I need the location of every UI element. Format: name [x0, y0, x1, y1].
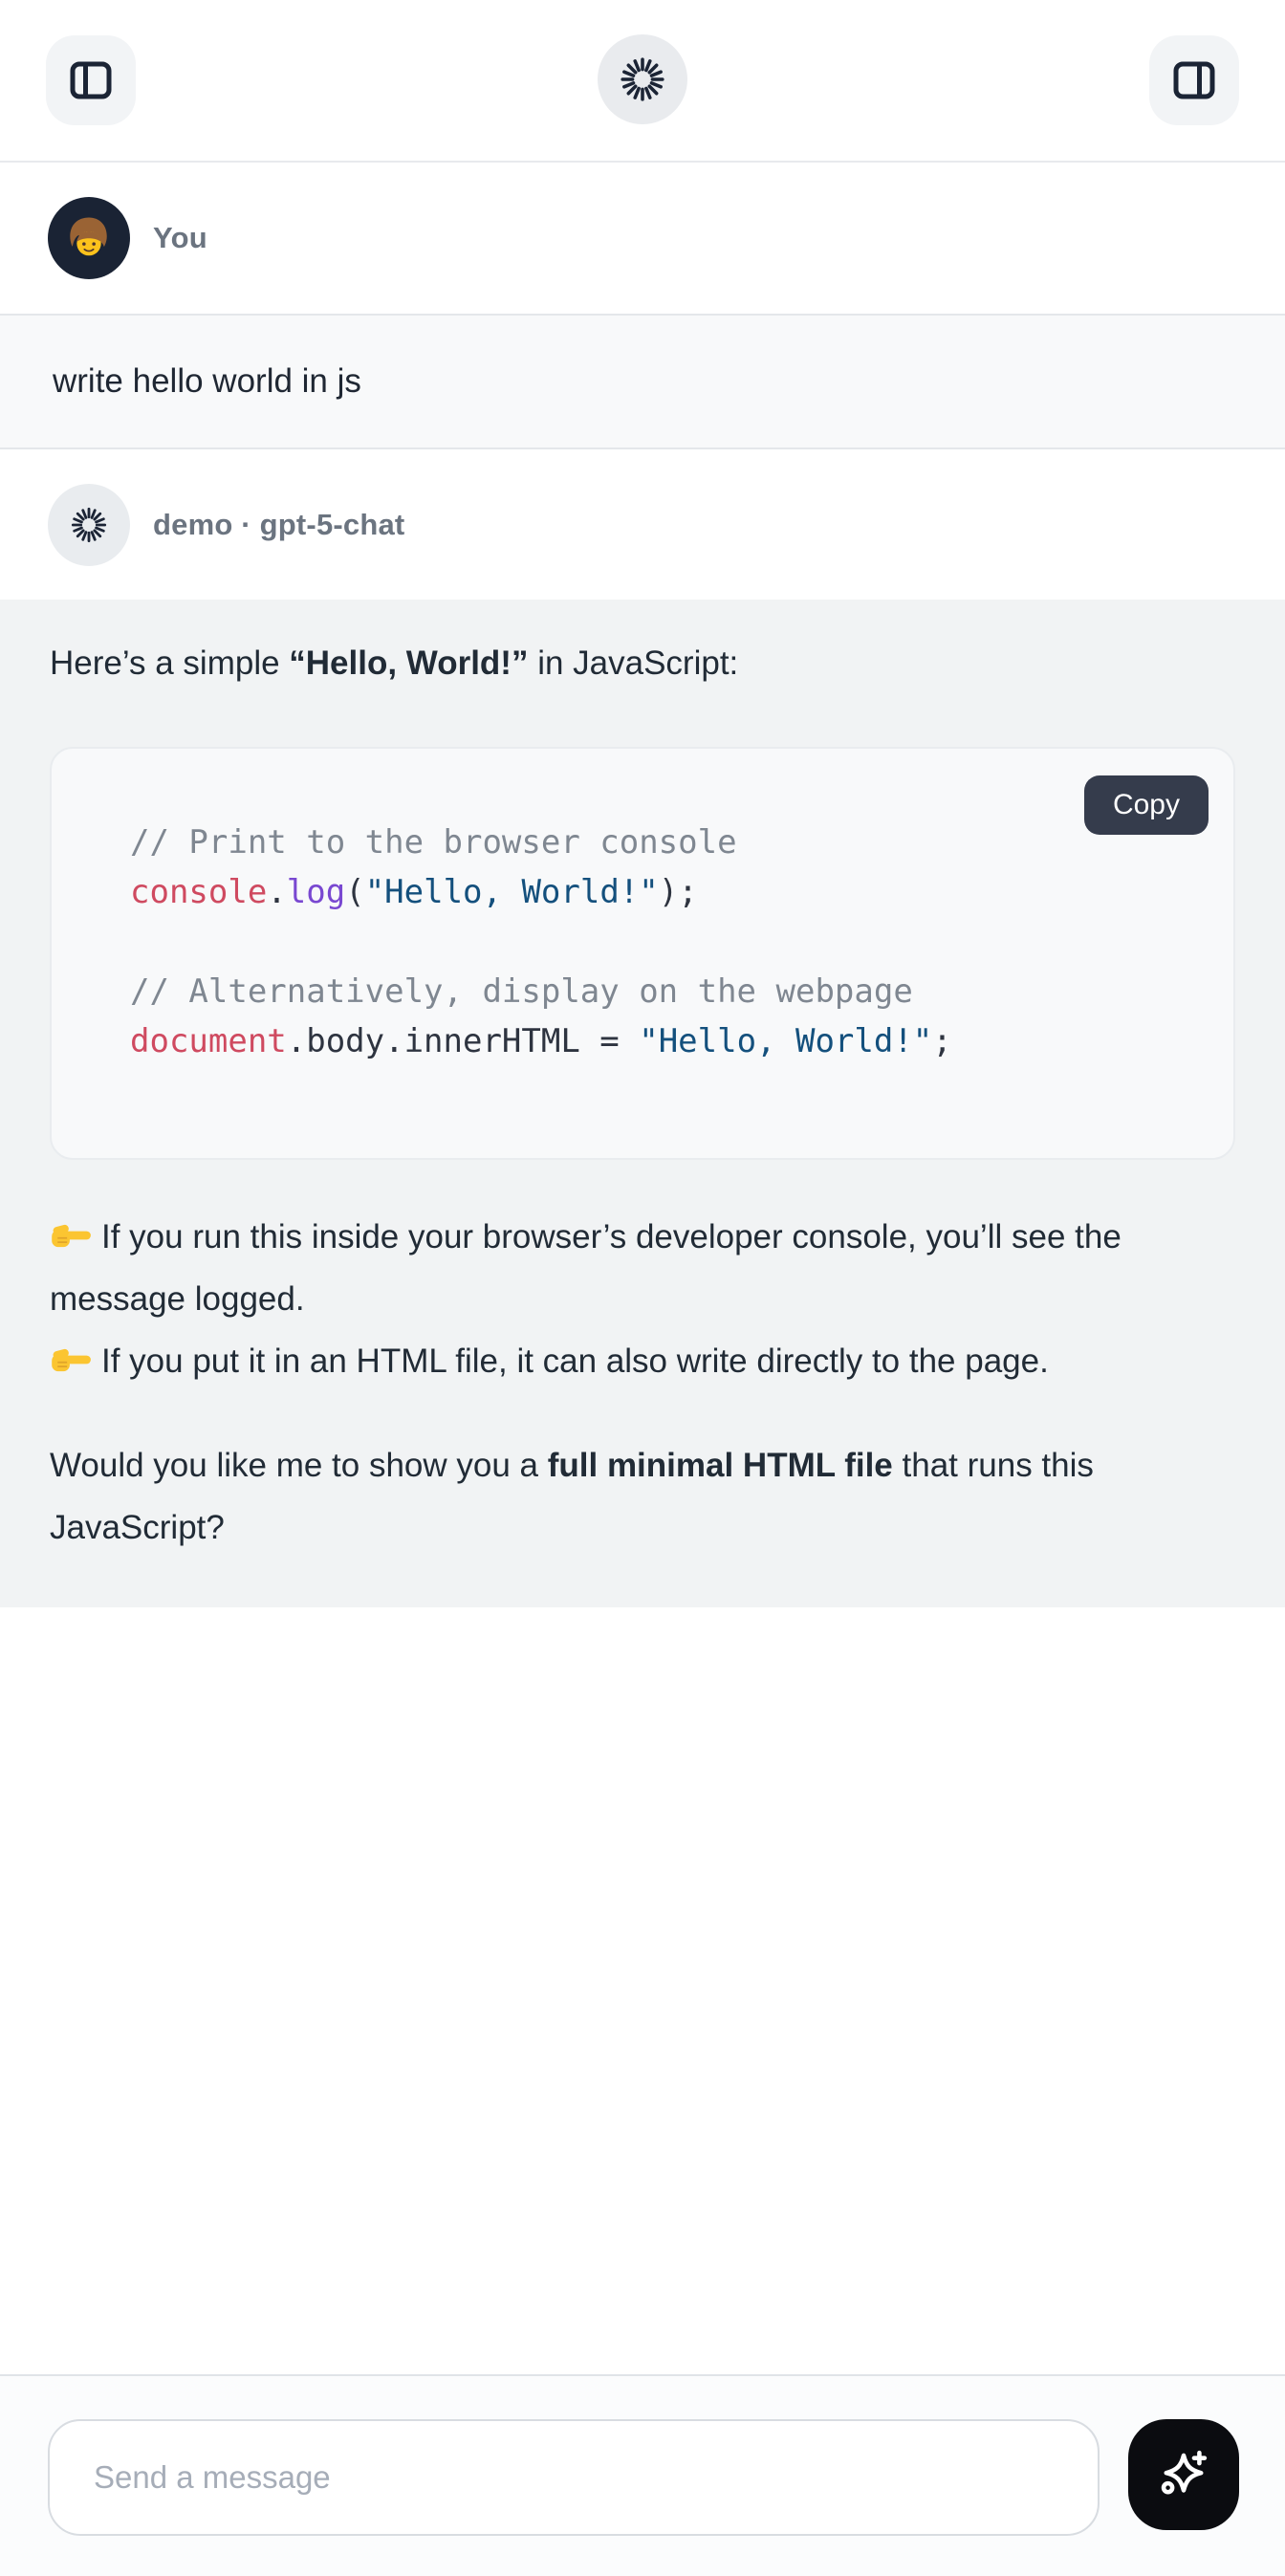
composer-bar — [0, 2374, 1285, 2576]
assistant-avatar — [48, 484, 130, 566]
assistant-turn-label: demo · gpt-5-chat — [153, 508, 404, 542]
closing-prefix: Would you like me to show you a — [50, 1447, 548, 1484]
app-logo-button[interactable] — [598, 34, 687, 124]
code-line: document.body.innerHTML = "Hello, World!… — [130, 1016, 1195, 1066]
top-bar — [0, 0, 1285, 163]
burst-avatar-icon — [70, 506, 108, 544]
assistant-message: Here’s a simple “Hello, World!” in JavaS… — [0, 600, 1285, 1607]
chat-window: You write hello world in js — [0, 0, 1285, 2576]
user-avatar — [48, 197, 130, 279]
pointing-right-emoji-icon — [50, 1339, 92, 1381]
user-turn-header: You — [0, 163, 1285, 314]
intro-bold: “Hello, World!” — [289, 644, 528, 682]
closing-bold: full minimal HTML file — [548, 1447, 893, 1484]
bullet-text: If you put it in an HTML file, it can al… — [101, 1343, 1049, 1380]
code-line: // Print to the browser console — [130, 818, 1195, 867]
intro-suffix: in JavaScript: — [528, 644, 738, 682]
code-block: Copy // Print to the browser consolecons… — [50, 747, 1235, 1160]
user-message-text: write hello world in js — [53, 362, 361, 401]
assistant-turn-header: demo · gpt-5-chat — [0, 449, 1285, 600]
sidebar-toggle-button[interactable] — [46, 35, 136, 125]
panel-left-icon — [66, 55, 116, 105]
sparkle-icon — [1154, 2445, 1213, 2504]
assistant-closing-paragraph: Would you like me to show you a full min… — [50, 1434, 1235, 1559]
code-content: // Print to the browser consoleconsole.l… — [130, 818, 1195, 1066]
user-message: write hello world in js — [0, 314, 1285, 449]
code-line — [130, 917, 1195, 967]
right-panel-toggle-button[interactable] — [1149, 35, 1239, 125]
assistant-intro-paragraph: Here’s a simple “Hello, World!” in JavaS… — [50, 638, 1235, 689]
person-emoji-icon — [60, 209, 118, 267]
user-turn-label: You — [153, 221, 207, 255]
copy-button[interactable]: Copy — [1084, 775, 1209, 835]
panel-right-icon — [1169, 55, 1219, 105]
code-line: console.log("Hello, World!"); — [130, 867, 1195, 917]
message-input[interactable] — [48, 2419, 1100, 2536]
bullet-text: If you run this inside your browser’s de… — [50, 1218, 1122, 1318]
assistant-bullets-paragraph: If you run this inside your browser’s de… — [50, 1206, 1235, 1392]
conversation-empty-space — [0, 1607, 1285, 2374]
burst-logo-icon — [619, 55, 666, 103]
pointing-right-emoji-icon — [50, 1214, 92, 1256]
bullet-line: If you put it in an HTML file, it can al… — [50, 1343, 1049, 1380]
intro-prefix: Here’s a simple — [50, 644, 289, 682]
code-line: // Alternatively, display on the webpage — [130, 967, 1195, 1016]
send-button[interactable] — [1128, 2419, 1239, 2530]
bullet-line: If you run this inside your browser’s de… — [50, 1218, 1122, 1318]
